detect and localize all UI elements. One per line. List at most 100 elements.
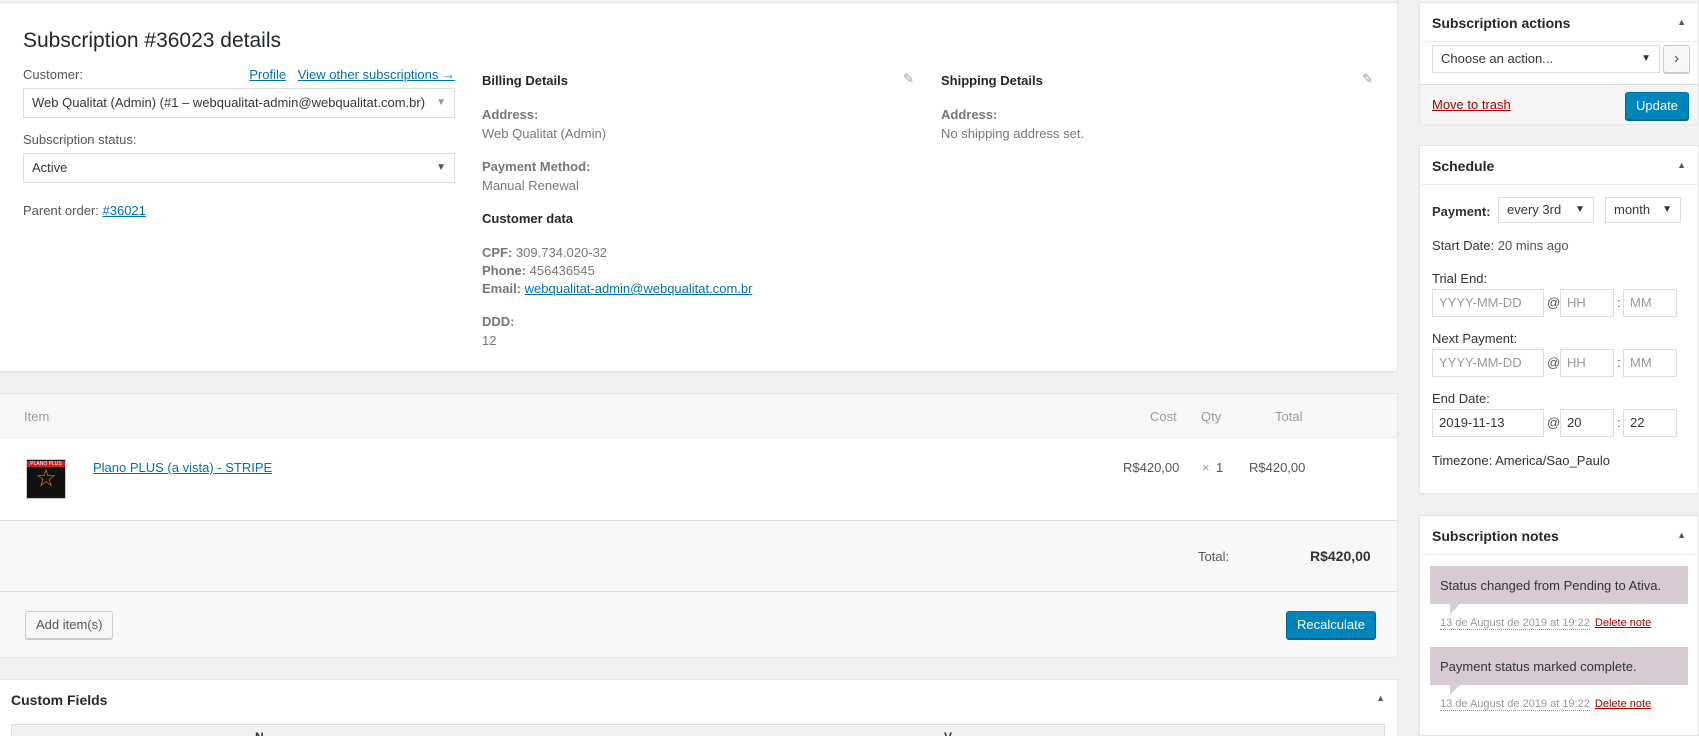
at-separator: @ (1547, 295, 1561, 310)
col-name: N (255, 730, 264, 736)
profile-link[interactable]: Profile (249, 67, 286, 82)
collapse-arrow-icon[interactable]: ▲ (1376, 693, 1385, 703)
shipping-address-value: No shipping address set. (941, 126, 1085, 141)
email-link[interactable]: webqualitat-admin@webqualitat.com.br (525, 281, 753, 296)
add-items-button[interactable]: Add item(s) (25, 611, 114, 639)
phone-label: Phone: (482, 263, 527, 278)
other-subscriptions-link[interactable]: View other subscriptions → (298, 67, 455, 82)
collapse-arrow-icon[interactable]: ▲ (1677, 17, 1686, 27)
status-select-value: Active (32, 160, 68, 175)
status-select[interactable]: Active ▼ (23, 153, 455, 183)
shipping-address-label: Address: (941, 107, 998, 122)
pencil-icon[interactable]: ✎ (903, 71, 914, 87)
general-column: Customer: Profile View other subscriptio… (23, 66, 455, 218)
payment-method-value: Manual Renewal (482, 178, 579, 193)
next-payment-hour-input[interactable]: HH (1560, 349, 1614, 377)
parent-order-link[interactable]: #36021 (103, 203, 146, 218)
subscription-notes-title: Subscription notes (1432, 528, 1559, 544)
delete-note-link[interactable]: Delete note (1595, 617, 1651, 629)
order-items-panel: Item Cost Qty Total PLANO PLUS ☆ Plano P… (0, 393, 1398, 657)
end-date-minute-input[interactable]: 22 (1623, 409, 1677, 437)
order-totals: Total: R$420,00 (0, 520, 1397, 592)
delete-note-link[interactable]: Delete note (1595, 698, 1651, 710)
note-item: Status changed from Pending to Ativa. (1430, 566, 1688, 604)
total-value: R$420,00 (1310, 548, 1371, 564)
end-date-input[interactable]: 2019-11-13 (1432, 409, 1544, 437)
recalculate-button[interactable]: Recalculate (1286, 611, 1376, 639)
chevron-down-icon: ▼ (1641, 53, 1651, 64)
note-tail (1450, 685, 1460, 695)
payment-label: Payment: (1432, 204, 1491, 219)
item-cost: R$420,00 (1123, 460, 1180, 475)
email-label: Email: (482, 281, 522, 296)
ddd-label: DDD: (482, 314, 515, 329)
trial-end-label: Trial End: (1432, 271, 1488, 286)
trial-end-hour-input[interactable]: HH (1560, 289, 1614, 317)
note-meta: 13 de August de 2019 at 19:22 Delete not… (1440, 698, 1651, 711)
billing-period-select[interactable]: month ▼ (1605, 197, 1681, 223)
start-date-value: 20 mins ago (1494, 238, 1569, 253)
update-button[interactable]: Update (1625, 92, 1689, 120)
colon-separator: : (1617, 295, 1621, 310)
chevron-down-icon: ▼ (1662, 204, 1672, 215)
divider (1420, 184, 1698, 185)
note-item: Payment status marked complete. (1430, 647, 1688, 685)
collapse-arrow-icon[interactable]: ▲ (1677, 160, 1686, 170)
product-link[interactable]: Plano PLUS (a vista) - STRIPE (93, 460, 272, 475)
product-thumbnail: PLANO PLUS ☆ (26, 459, 66, 499)
shipping-column: Shipping Details ✎ Address: No shipping … (941, 71, 1373, 141)
note-date: 13 de August de 2019 at 19:22 (1440, 617, 1590, 630)
phone-row: Phone: 456436545 (482, 263, 914, 278)
phone-value: 456436545 (526, 263, 595, 278)
custom-fields-panel: Custom Fields ▲ N V (0, 679, 1398, 736)
subscription-actions-title: Subscription actions (1432, 15, 1571, 31)
col-cost: Cost (1150, 409, 1177, 424)
apply-action-button[interactable]: › (1663, 45, 1690, 73)
action-select-value: Choose an action... (1441, 51, 1554, 66)
qty-multiplier: × (1202, 460, 1210, 475)
cpf-label: CPF: (482, 245, 513, 260)
divider (1420, 554, 1698, 555)
next-payment-label: Next Payment: (1432, 331, 1518, 346)
col-item: Item (24, 409, 50, 424)
next-payment-minute-input[interactable]: MM (1623, 349, 1677, 377)
subscription-details-panel: Subscription #36023 details Customer: Pr… (0, 2, 1398, 372)
items-table-header: Item Cost Qty Total (0, 394, 1397, 438)
customer-select[interactable]: Web Qualitat (Admin) (#1 – webqualitat-a… (23, 88, 455, 118)
email-row: Email: webqualitat-admin@webqualitat.com… (482, 281, 914, 296)
at-separator: @ (1547, 355, 1561, 370)
col-qty: Qty (1201, 409, 1222, 424)
chevron-down-icon: ▼ (436, 97, 446, 108)
parent-order-label: Parent order: (23, 203, 103, 218)
chevron-down-icon: ▼ (436, 162, 446, 173)
trial-end-minute-input[interactable]: MM (1623, 289, 1677, 317)
item-total: R$420,00 (1249, 460, 1306, 475)
schedule-box: Schedule ▲ Payment: every 3rd ▼ month ▼ … (1419, 145, 1699, 494)
billing-interval-value: every 3rd (1507, 202, 1562, 217)
start-date-row: Start Date: 20 mins ago (1432, 238, 1569, 253)
customer-select-value: Web Qualitat (Admin) (#1 – webqualitat-a… (32, 95, 426, 110)
collapse-arrow-icon[interactable]: ▲ (1677, 530, 1686, 540)
ddd-value: 12 (482, 333, 497, 348)
note-date: 13 de August de 2019 at 19:22 (1440, 698, 1590, 711)
divider (1420, 41, 1698, 42)
chevron-down-icon: ▼ (1575, 204, 1585, 215)
pencil-icon[interactable]: ✎ (1362, 71, 1373, 87)
end-date-hour-input[interactable]: 20 (1560, 409, 1614, 437)
col-total: Total (1275, 409, 1303, 424)
item-qty: 1 (1216, 460, 1224, 475)
start-date-label: Start Date: (1432, 238, 1495, 253)
customer-data-heading: Customer data (482, 211, 574, 226)
action-select[interactable]: Choose an action... ▼ (1432, 45, 1660, 73)
items-actions-bar: Add item(s) Recalculate (0, 592, 1397, 657)
billing-interval-select[interactable]: every 3rd ▼ (1498, 197, 1594, 223)
note-tail (1450, 604, 1460, 614)
trial-end-date-input[interactable]: YYYY-MM-DD (1432, 289, 1544, 317)
next-payment-date-input[interactable]: YYYY-MM-DD (1432, 349, 1544, 377)
total-label: Total: (1198, 549, 1230, 564)
cpf-value: 309.734.020-32 (512, 245, 608, 260)
major-publishing-actions: Move to trash Update (1420, 84, 1698, 124)
colon-separator: : (1617, 415, 1621, 430)
parent-order: Parent order: #36021 (23, 203, 455, 218)
move-to-trash-link[interactable]: Move to trash (1432, 97, 1511, 112)
